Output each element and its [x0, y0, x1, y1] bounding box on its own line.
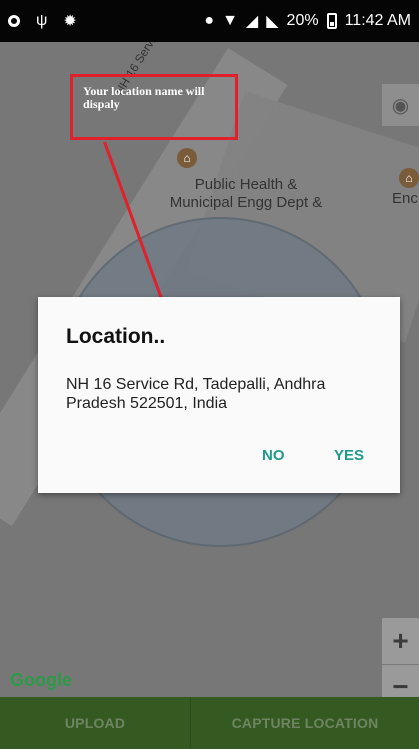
clock: 11:42 AM [344, 12, 411, 29]
no-button[interactable]: NO [262, 447, 285, 464]
location-dialog: Location.. NH 16 Service Rd, Tadepalli, … [38, 297, 400, 493]
android-debug-icon: ✹ [63, 13, 77, 30]
bottom-action-bar: UPLOAD CAPTURE LOCATION [0, 697, 419, 749]
dialog-message: NH 16 Service Rd, Tadepalli, Andhra Prad… [66, 376, 326, 412]
dialog-title: Location.. [66, 325, 166, 348]
battery-icon [326, 13, 337, 29]
callout-text: Your location name will dispaly [83, 84, 205, 111]
yes-button[interactable]: YES [334, 447, 364, 464]
wifi-icon: ▼ [222, 12, 238, 29]
zoom-out-button[interactable]: − [382, 665, 419, 697]
my-location-button[interactable]: ◉ [382, 84, 419, 126]
usb-icon: ψ [36, 12, 48, 29]
poi-label-enc[interactable]: Enc [392, 190, 418, 208]
zoom-controls: + − [382, 618, 419, 697]
government-building-icon[interactable]: ⌂ [177, 148, 197, 168]
circle-notification-icon [8, 15, 20, 27]
government-building-icon[interactable]: ⌂ [399, 168, 419, 188]
zoom-in-button[interactable]: + [382, 618, 419, 664]
capture-location-button[interactable]: CAPTURE LOCATION [191, 697, 419, 749]
no-signal-icon: ◣ [266, 13, 279, 30]
status-bar: ψ ✹ ● ▼ ◢ ◣ 20% 11:42 AM [0, 0, 419, 42]
location-icon: ● [204, 12, 215, 29]
upload-button[interactable]: UPLOAD [0, 697, 190, 749]
google-logo: Google [10, 670, 72, 690]
poi-label-public-health[interactable]: Public Health & Municipal Engg Dept & [166, 176, 326, 212]
battery-percent: 20% [286, 12, 319, 29]
location-callout: Your location name will dispaly [70, 74, 238, 140]
signal-icon: ◢ [245, 13, 259, 30]
crosshair-icon: ◉ [391, 94, 410, 117]
